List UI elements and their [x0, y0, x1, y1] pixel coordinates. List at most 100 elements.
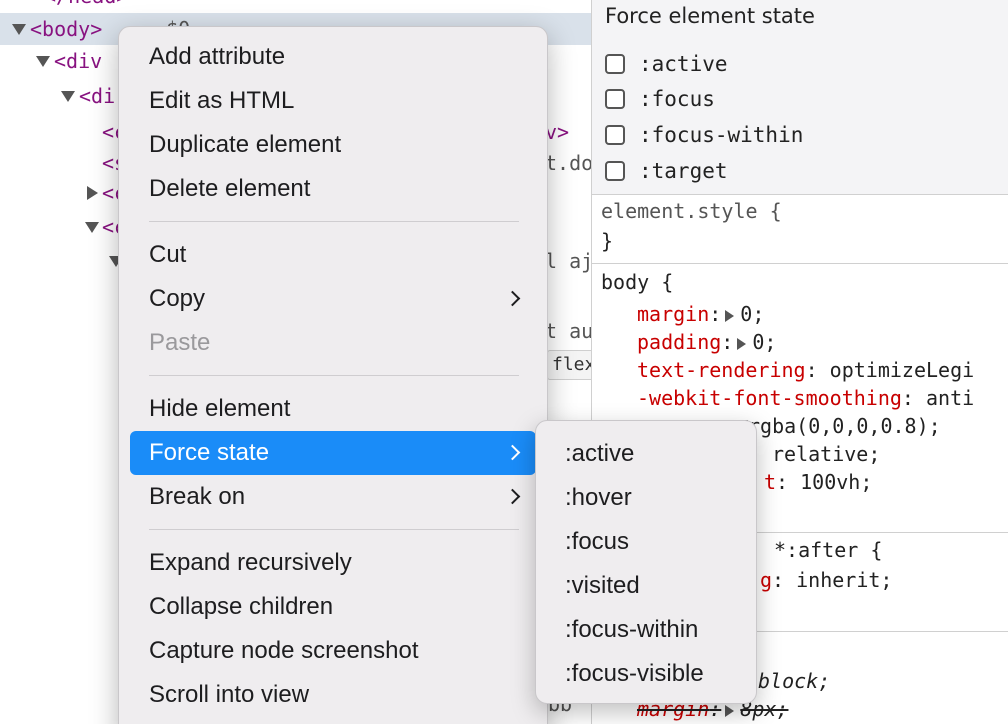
menu-item-add-attribute[interactable]: Add attribute [130, 35, 536, 79]
menu-item-label: Delete element [149, 175, 311, 202]
force-state-option-label: :focus [639, 87, 715, 111]
declaration-height[interactable]: t: 100vh; [764, 468, 872, 496]
menu-item-label: Copy [149, 285, 206, 312]
checkbox[interactable] [605, 161, 625, 181]
chevron-right-icon [504, 488, 521, 505]
menu-separator [149, 221, 519, 222]
menu-item-label: Cut [149, 241, 187, 268]
force-state-option-label: :active [639, 52, 728, 76]
submenu-item-label: :focus-within [565, 616, 699, 643]
submenu-item-focus[interactable]: :focus [544, 520, 748, 564]
property-name: padding [637, 330, 722, 354]
chevron-right-icon [504, 444, 521, 461]
property-value: 0; [740, 302, 765, 326]
expand-triangle-icon[interactable] [85, 222, 99, 233]
rule-selector[interactable]: *:after { [774, 536, 882, 564]
menu-item-collapse-children[interactable]: Collapse children [130, 585, 536, 629]
declaration-color[interactable]: rgba(0,0,0,0.8); [732, 412, 941, 440]
expand-triangle-icon[interactable] [36, 56, 50, 67]
menu-item-label: Paste [149, 329, 211, 356]
dom-node-label: <di [79, 84, 116, 108]
menu-item-copy[interactable]: Copy [130, 277, 536, 321]
menu-item-scroll-into-view[interactable]: Scroll into view [130, 673, 536, 717]
rule-selector[interactable]: body { [601, 268, 673, 296]
expand-shorthand-icon[interactable] [725, 309, 735, 322]
property-name: -webkit-font-smoothing [637, 386, 902, 410]
menu-item-label: Capture node screenshot [149, 637, 419, 664]
property-value: relative; [772, 442, 881, 466]
force-state-option-label: :focus-within [639, 123, 804, 147]
force-state-option-focus[interactable]: :focus [605, 85, 715, 113]
menu-item-break-on[interactable]: Break on [130, 475, 536, 519]
force-state-option-focus-within[interactable]: :focus-within [605, 121, 803, 149]
dom-node-fragment: t.do [545, 151, 591, 175]
expand-shorthand-icon[interactable] [725, 704, 735, 717]
menu-item-force-state[interactable]: Force state [130, 431, 536, 475]
dom-node-fragment: t au [545, 319, 591, 343]
menu-item-hide-element[interactable]: Hide element [130, 387, 536, 431]
declaration-display[interactable]: block; [758, 667, 830, 695]
submenu-item-label: :focus-visible [565, 660, 704, 687]
menu-item-label: Add attribute [149, 43, 286, 70]
menu-item-label: Force state [149, 439, 270, 466]
declaration-font-smoothing[interactable]: -webkit-font-smoothing: anti [637, 384, 974, 412]
declaration-padding[interactable]: padding: 0; [637, 328, 776, 356]
submenu-item-label: :visited [565, 572, 640, 599]
menu-item-duplicate-element[interactable]: Duplicate element [130, 123, 536, 167]
declaration-inherit[interactable]: g: inherit; [760, 566, 892, 594]
force-state-title: Force element state [605, 4, 815, 28]
property-value: 0; [752, 330, 777, 354]
menu-item-label: Duplicate element [149, 131, 342, 158]
checkbox[interactable] [605, 89, 625, 109]
dom-node-label: <div [54, 49, 103, 73]
submenu-item-focus-visible[interactable]: :focus-visible [544, 652, 748, 696]
declaration-text-rendering[interactable]: text-rendering: optimizeLegi [637, 356, 974, 384]
flex-badge[interactable]: flex [547, 350, 591, 380]
property-value: 100vh; [800, 470, 873, 494]
submenu-item-label: :focus [565, 528, 630, 555]
collapsed-triangle-icon[interactable] [87, 186, 98, 200]
force-element-state-panel: Force element state :active :focus :focu… [592, 0, 1008, 195]
checkbox[interactable] [605, 54, 625, 74]
property-value: anti [926, 386, 975, 410]
menu-item-expand-recursively[interactable]: Expand recursively [130, 541, 536, 585]
property-name: text-rendering [637, 358, 806, 382]
menu-item-label: Collapse children [149, 593, 334, 620]
menu-separator [149, 529, 519, 530]
expand-triangle-icon[interactable] [12, 24, 26, 35]
declaration-margin[interactable]: margin: 0; [637, 300, 764, 328]
property-value: inherit; [796, 568, 893, 592]
submenu-item-hover[interactable]: :hover [544, 476, 748, 520]
dom-node-fragment: v> [545, 120, 570, 144]
rule-selector[interactable]: element.style { [601, 197, 782, 225]
menu-item-paste: Paste [130, 321, 536, 365]
body-tag: <body> [30, 17, 103, 41]
context-menu: Add attribute Edit as HTML Duplicate ele… [118, 26, 548, 724]
force-state-option-active[interactable]: :active [605, 50, 728, 78]
menu-item-delete-element[interactable]: Delete element [130, 167, 536, 211]
submenu-item-label: :active [565, 440, 635, 467]
property-value: block; [758, 669, 831, 693]
menu-separator [149, 375, 519, 376]
menu-item-label: Edit as HTML [149, 87, 295, 114]
property-name: margin [637, 302, 710, 326]
menu-item-capture-node-screenshot[interactable]: Capture node screenshot [130, 629, 536, 673]
force-state-submenu: :active :hover :focus :visited :focus-wi… [535, 420, 757, 704]
submenu-item-active[interactable]: :active [544, 432, 748, 476]
property-value: optimizeLegi [829, 358, 975, 382]
expand-shorthand-icon[interactable] [737, 337, 747, 350]
expand-triangle-icon[interactable] [61, 91, 75, 102]
force-state-option-target[interactable]: :target [605, 157, 728, 185]
element-style-rule: element.style { } [592, 195, 1008, 264]
checkbox[interactable] [605, 125, 625, 145]
rule-close-brace: } [601, 229, 614, 253]
menu-item-label: Break on [149, 483, 246, 510]
submenu-item-focus-within[interactable]: :focus-within [544, 608, 748, 652]
declaration-position[interactable]: relative; [772, 440, 880, 468]
menu-item-edit-as-html[interactable]: Edit as HTML [130, 79, 536, 123]
dom-node-fragment: l aj [545, 249, 591, 273]
menu-item-label: Hide element [149, 395, 291, 422]
submenu-item-label: :hover [565, 484, 632, 511]
menu-item-cut[interactable]: Cut [130, 233, 536, 277]
submenu-item-visited[interactable]: :visited [544, 564, 748, 608]
